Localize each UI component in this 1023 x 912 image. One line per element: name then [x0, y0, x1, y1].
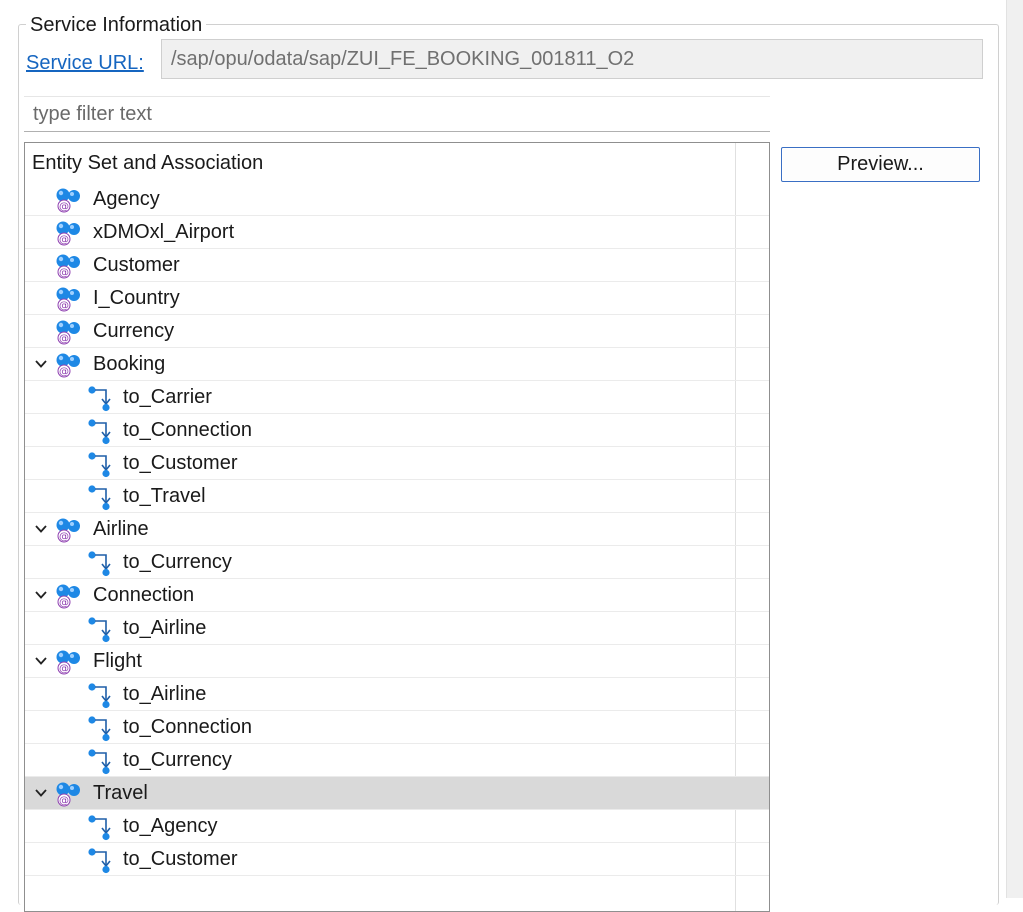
entity-set-row[interactable]: @ Agency [25, 183, 769, 216]
chevron-down-icon[interactable] [33, 587, 49, 603]
preview-button[interactable]: Preview... [781, 147, 980, 182]
entity-set-icon: @ [55, 583, 83, 614]
entity-set-icon: @ [55, 286, 83, 317]
entity-set-icon: @ [55, 649, 83, 680]
association-row[interactable]: to_Currency [25, 744, 769, 777]
entity-set-row[interactable]: @ Booking [25, 348, 769, 381]
entity-set-row[interactable]: @ I_Country [25, 282, 769, 315]
tree-item-label: to_Travel [123, 485, 206, 507]
tree-item-label: Travel [93, 782, 148, 804]
entity-set-row[interactable]: @ Currency [25, 315, 769, 348]
association-row[interactable]: to_Airline [25, 612, 769, 645]
tree-item-label: to_Airline [123, 683, 207, 705]
tree-column-header: Entity Set and Association [32, 152, 264, 174]
tree-item-label: to_Carrier [123, 386, 212, 408]
svg-text:@: @ [59, 268, 69, 279]
entity-set-row[interactable]: @ Connection [25, 579, 769, 612]
entity-tree[interactable]: Entity Set and Association @ Agency @ xDMOx… [24, 142, 770, 912]
chevron-down-icon[interactable] [33, 521, 49, 537]
tree-item-label: Airline [93, 518, 149, 540]
entity-set-row[interactable]: @ xDMOxl_Airport [25, 216, 769, 249]
entity-set-icon: @ [55, 187, 83, 218]
preview-button-label: Preview... [837, 153, 924, 175]
association-row[interactable]: to_Connection [25, 414, 769, 447]
tree-item-label: to_Connection [123, 716, 252, 738]
tree-item-label: to_Currency [123, 749, 232, 771]
tree-item-label: Connection [93, 584, 195, 606]
svg-text:@: @ [59, 598, 69, 609]
svg-text:@: @ [59, 367, 69, 378]
tree-item-label: to_Airline [123, 617, 207, 639]
tree-item-label: xDMOxl_Airport [93, 221, 235, 243]
association-row[interactable]: to_Carrier [25, 381, 769, 414]
tree-item-label: to_Connection [123, 419, 252, 441]
tree-item-label: to_Agency [123, 815, 218, 837]
entity-set-row[interactable]: @ Airline [25, 513, 769, 546]
entity-set-icon: @ [55, 781, 83, 812]
tree-item-label: to_Currency [123, 551, 232, 573]
association-row[interactable]: to_Currency [25, 546, 769, 579]
svg-text:@: @ [59, 334, 69, 345]
chevron-down-icon[interactable] [33, 653, 49, 669]
svg-text:@: @ [59, 202, 69, 213]
tree-item-label: Agency [93, 188, 160, 210]
filter-input[interactable] [24, 97, 770, 132]
service-url-link[interactable]: Service URL: [26, 50, 144, 76]
svg-text:@: @ [59, 301, 69, 312]
svg-text:@: @ [59, 796, 69, 807]
service-url-field[interactable]: /sap/opu/odata/sap/ZUI_FE_BOOKING_001811… [161, 39, 983, 79]
tree-item-label: to_Customer [123, 452, 238, 474]
association-row[interactable]: to_Travel [25, 480, 769, 513]
entity-set-icon: @ [55, 319, 83, 350]
tree-rows: @ Agency @ xDMOxl_Airport @ Customer @ I_Countr… [25, 183, 769, 876]
chevron-down-icon[interactable] [33, 356, 49, 372]
chevron-down-icon[interactable] [33, 785, 49, 801]
entity-set-row[interactable]: @ Customer [25, 249, 769, 282]
entity-set-icon: @ [55, 517, 83, 548]
svg-text:@: @ [59, 664, 69, 675]
svg-text:@: @ [59, 235, 69, 246]
tree-item-label: Currency [93, 320, 175, 342]
tree-item-label: I_Country [93, 287, 180, 309]
association-row[interactable]: to_Customer [25, 843, 769, 876]
group-title: Service Information [26, 12, 207, 38]
association-row[interactable]: to_Customer [25, 447, 769, 480]
entity-set-row[interactable]: @ Flight [25, 645, 769, 678]
association-row[interactable]: to_Agency [25, 810, 769, 843]
entity-set-icon: @ [55, 352, 83, 383]
tree-item-label: to_Customer [123, 848, 238, 870]
association-row[interactable]: to_Airline [25, 678, 769, 711]
entity-set-icon: @ [55, 253, 83, 284]
svg-text:@: @ [59, 532, 69, 543]
tree-item-label: Flight [93, 650, 142, 672]
entity-set-icon: @ [55, 220, 83, 251]
tree-item-label: Customer [93, 254, 180, 276]
association-icon [87, 847, 117, 880]
entity-set-row[interactable]: @ Travel [25, 777, 769, 810]
vertical-scrollbar[interactable] [1006, 0, 1023, 898]
association-row[interactable]: to_Connection [25, 711, 769, 744]
tree-item-label: Booking [93, 353, 166, 375]
